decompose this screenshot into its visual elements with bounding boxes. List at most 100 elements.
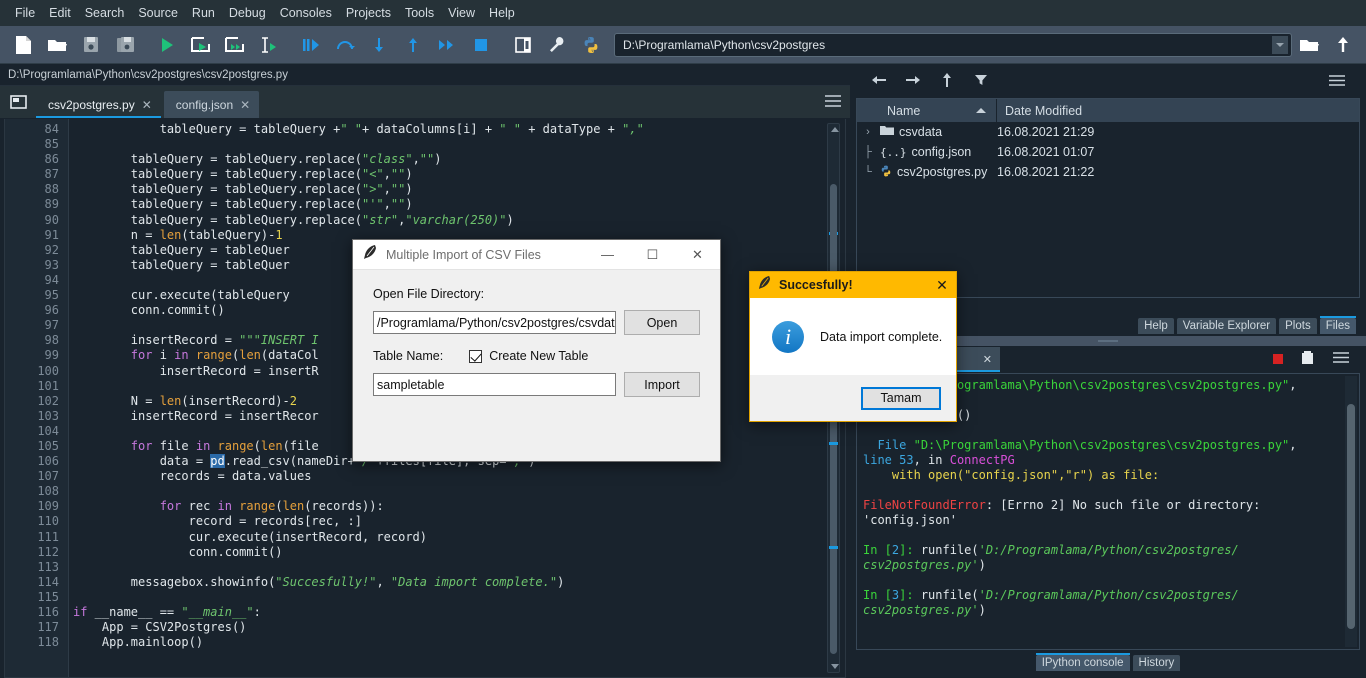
code-line: App.mainloop() [73, 635, 204, 650]
console-line: File "D:\Programlama\Python\csv2postgres… [877, 438, 1297, 452]
menu-item-run[interactable]: Run [185, 3, 222, 23]
line-number: 103 [37, 408, 59, 423]
menu-item-edit[interactable]: Edit [42, 3, 78, 23]
menu-item-help[interactable]: Help [482, 3, 522, 23]
menu-item-consoles[interactable]: Consoles [273, 3, 339, 23]
tab-ipython-console[interactable]: IPython console [1035, 653, 1130, 671]
parent-directory-icon[interactable] [1326, 29, 1360, 61]
ok-button[interactable]: Tamam [861, 386, 941, 410]
menu-item-file[interactable]: File [8, 3, 42, 23]
main-toolbar: D:\Programlama\Python\csv2postgres [0, 26, 1366, 64]
editor-tab-config-json[interactable]: config.json ✕ [163, 91, 260, 118]
maximize-pane-icon[interactable] [506, 29, 540, 61]
run-file-icon[interactable] [150, 29, 184, 61]
menu-item-search[interactable]: Search [78, 3, 132, 23]
scrollbar-thumb[interactable] [1347, 404, 1355, 629]
column-header-date[interactable]: Date Modified [997, 99, 1359, 122]
file-date: 16.08.2021 21:29 [997, 125, 1095, 139]
console-line: line 53, in ConnectPG [863, 453, 1015, 467]
open-file-icon[interactable] [40, 29, 74, 61]
line-number: 110 [37, 514, 59, 529]
close-icon[interactable]: ✕ [675, 240, 720, 270]
table-name-input[interactable]: sampletable [373, 373, 616, 396]
files-options-menu-icon[interactable] [1322, 68, 1352, 92]
table-row[interactable]: › csvdata 16.08.2021 21:29 [857, 122, 1359, 142]
menu-item-debug[interactable]: Debug [222, 3, 273, 23]
line-number: 112 [37, 544, 59, 559]
close-icon[interactable]: ✕ [240, 98, 250, 112]
parent-icon[interactable] [932, 68, 962, 92]
minimize-icon[interactable]: — [585, 240, 630, 270]
working-directory-input[interactable]: D:\Programlama\Python\csv2postgres [614, 32, 1292, 57]
line-number: 104 [37, 423, 59, 438]
browse-tabs-icon[interactable] [0, 85, 36, 118]
forward-icon[interactable] [898, 68, 928, 92]
debug-continue-icon[interactable] [430, 29, 464, 61]
debug-step-into-icon[interactable] [362, 29, 396, 61]
import-row: sampletable Import [373, 372, 700, 397]
scroll-up-icon[interactable] [831, 127, 839, 132]
back-icon[interactable] [864, 68, 894, 92]
line-number: 98 [44, 333, 59, 348]
tab-history[interactable]: History [1132, 655, 1181, 671]
table-row[interactable]: ├ {..} config.json 16.08.2021 01:07 [857, 142, 1359, 162]
run-cell-advance-icon[interactable] [218, 29, 252, 61]
column-header-name[interactable]: Name [857, 99, 997, 122]
files-table[interactable]: Name Date Modified › csvdata 16.08.2021 … [856, 98, 1360, 298]
spyder-ide-window: File Edit Search Source Run Debug Consol… [0, 0, 1366, 678]
stop-debug-icon[interactable] [464, 29, 498, 61]
line-number: 84 [44, 122, 59, 136]
tab-variable-explorer[interactable]: Variable Explorer [1176, 318, 1277, 334]
run-cell-icon[interactable] [184, 29, 218, 61]
close-icon[interactable]: ✕ [983, 353, 992, 366]
menu-item-view[interactable]: View [441, 3, 482, 23]
table-row[interactable]: └ csv2postgres.py 16.08.2021 21:22 [857, 162, 1359, 182]
save-file-icon[interactable] [74, 29, 108, 61]
console-scrollbar[interactable] [1345, 376, 1357, 647]
tab-help[interactable]: Help [1138, 318, 1174, 334]
create-new-table-checkbox[interactable] [469, 349, 483, 363]
console-options-menu-icon[interactable] [1332, 351, 1350, 369]
import-button[interactable]: Import [624, 372, 700, 397]
expand-chevron-icon[interactable]: › [861, 126, 875, 138]
stop-kernel-icon[interactable] [1273, 351, 1283, 369]
python-path-icon[interactable] [574, 29, 608, 61]
editor-tab-csv2postgres[interactable]: csv2postgres.py ✕ [36, 91, 161, 118]
directory-input[interactable]: /Programlama/Python/csv2postgres/csvdata [373, 311, 616, 334]
open-button[interactable]: Open [624, 310, 700, 335]
chevron-down-icon[interactable] [1272, 35, 1288, 54]
message-box-footer: Tamam [750, 375, 956, 421]
dialog-title: Multiple Import of CSV Files [386, 247, 541, 262]
tab-files[interactable]: Files [1319, 316, 1357, 334]
code-line: cur.execute(insertRecord, record) [73, 529, 428, 544]
scroll-down-icon[interactable] [831, 664, 839, 669]
dialog-title-bar[interactable]: Multiple Import of CSV Files — ☐ ✕ [353, 240, 720, 270]
tree-branch-glyph: ├ [864, 146, 872, 158]
menu-item-projects[interactable]: Projects [339, 3, 398, 23]
debug-step-over-icon[interactable] [328, 29, 362, 61]
debug-step-return-icon[interactable] [396, 29, 430, 61]
filter-icon[interactable] [966, 68, 996, 92]
tab-plots[interactable]: Plots [1279, 318, 1317, 334]
editor-options-menu-icon[interactable] [824, 94, 842, 108]
table-name-row: Table Name: Create New Table [373, 349, 700, 363]
menu-item-source[interactable]: Source [131, 3, 185, 23]
message-box-title-bar[interactable]: Succesfully! ✕ [750, 272, 956, 298]
debug-file-icon[interactable] [294, 29, 328, 61]
new-file-icon[interactable] [6, 29, 40, 61]
line-number: 88 [44, 182, 59, 197]
close-icon[interactable]: ✕ [928, 277, 956, 294]
console-line: with open("config.json","r") as file: [891, 468, 1160, 482]
save-all-icon[interactable] [108, 29, 142, 61]
maximize-icon[interactable]: ☐ [630, 240, 675, 270]
browse-directory-icon[interactable] [1292, 29, 1326, 61]
preferences-icon[interactable] [540, 29, 574, 61]
code-line: tableQuery = tableQuery.replace("<","") [73, 167, 413, 182]
close-icon[interactable]: ✕ [142, 98, 152, 112]
code-line: messagebox.showinfo("Succesfully!", "Dat… [73, 574, 565, 589]
run-selection-icon[interactable] [252, 29, 286, 61]
remove-all-variables-icon[interactable] [1301, 350, 1314, 370]
menu-item-tools[interactable]: Tools [398, 3, 441, 23]
